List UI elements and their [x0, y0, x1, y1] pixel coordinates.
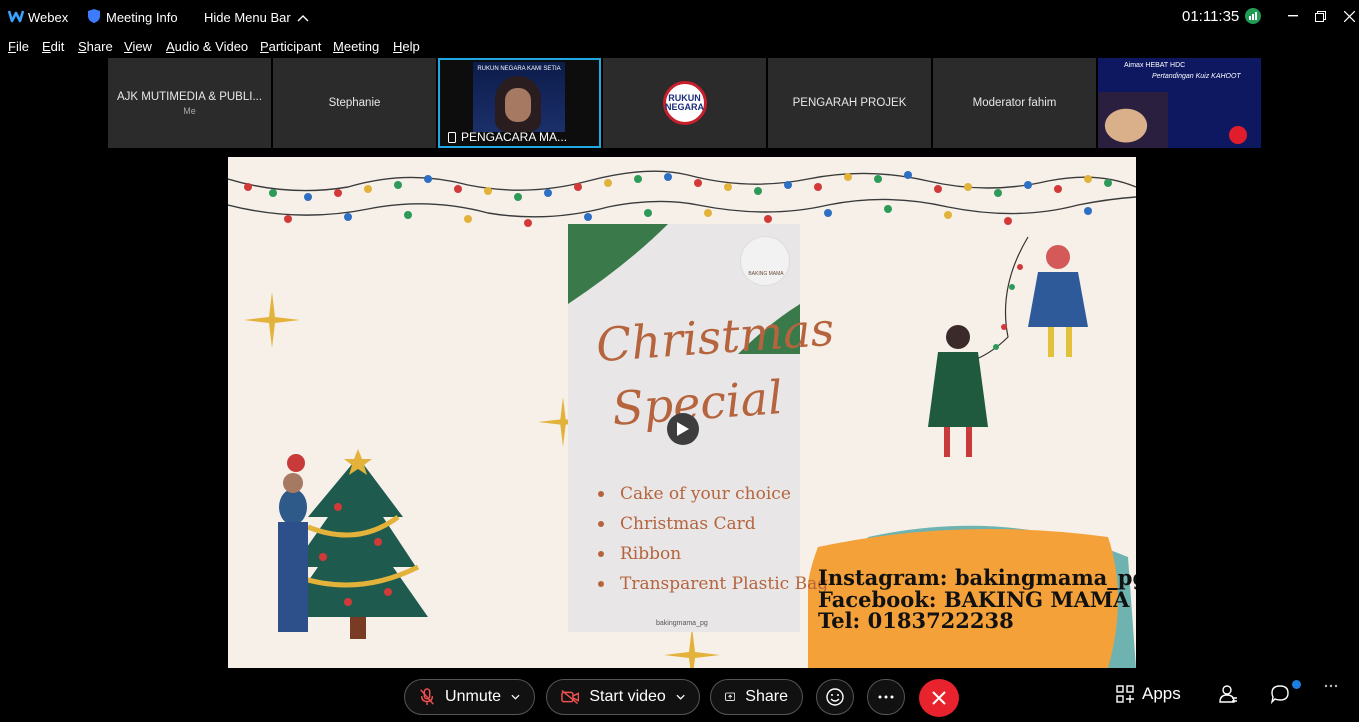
overflow-menu-button[interactable] [1324, 684, 1338, 688]
apps-grid-icon [1116, 685, 1134, 703]
participant-name: Stephanie [328, 97, 381, 109]
meeting-timer: 01:11:35 [1182, 8, 1240, 25]
meeting-controls: Unmute Start video Share Apps [0, 672, 1359, 722]
menu-participant[interactable]: Participant [260, 39, 321, 54]
participant-tile-poster[interactable]: Aimax HEBAT HDC Pertandingan Kuiz KAHOOT [1098, 58, 1261, 148]
list-item: Christmas Card [598, 509, 828, 539]
leave-meeting-button[interactable] [919, 679, 959, 717]
participants-icon [1219, 685, 1237, 703]
contact-facebook: Facebook: BAKING MAMA [818, 586, 1130, 612]
muted-microphone-icon [420, 688, 434, 706]
unmute-label: Unmute [445, 688, 502, 705]
participant-tile-stephanie[interactable]: Stephanie [273, 58, 436, 148]
more-horizontal-icon [1324, 684, 1338, 688]
hide-menu-label: Hide Menu Bar [204, 10, 291, 25]
network-stats-icon[interactable] [1245, 8, 1261, 24]
participant-name: PENGARAH PROJEK [792, 97, 907, 109]
participant-name: PENGACARA MA... [448, 130, 567, 144]
shared-content: BAKING MAMA Christmas Special Cake of yo… [228, 157, 1136, 668]
menu-audio-video[interactable]: Audio & Video [166, 39, 248, 54]
restore-button[interactable] [1309, 6, 1331, 26]
share-button[interactable]: Share [710, 679, 803, 715]
restore-icon [1314, 10, 1326, 22]
list-item: Cake of your choice [598, 479, 828, 509]
apps-button[interactable]: Apps [1116, 684, 1181, 704]
menu-edit[interactable]: Edit [42, 39, 64, 54]
minimize-button[interactable] [1282, 6, 1304, 26]
camera-banner-text: RUKUN NEGARA KAMI SETIA [477, 66, 561, 72]
poster-person-image [1098, 92, 1168, 148]
participant-name: AJK MUTIMEDIA & PUBLI... [116, 90, 263, 103]
shield-icon[interactable] [88, 9, 100, 23]
poster-title: Pertandingan Kuiz KAHOOT [1152, 73, 1241, 80]
share-label: Share [745, 688, 788, 705]
poster-header: Aimax HEBAT HDC [1124, 62, 1186, 69]
participant-tile-active-speaker[interactable]: RUKUN NEGARA KAMI SETIA PENGACARA MA... [438, 58, 601, 148]
play-video-button[interactable] [667, 413, 699, 445]
rukun-negara-logo: RUKUN NEGARA [662, 81, 707, 125]
participant-name-text: PENGACARA MA... [461, 130, 568, 144]
contact-phone: Tel: 0183722238 [818, 608, 1014, 633]
sparkle-icon [664, 627, 720, 668]
close-icon [1343, 10, 1355, 22]
menu-view[interactable]: View [124, 39, 152, 54]
title-bar: Webex Meeting Info Hide Menu Bar 01:11:3… [0, 0, 1359, 34]
unmute-button[interactable]: Unmute [404, 679, 535, 715]
sparkle-icon [244, 292, 300, 348]
contact-info: Instagram: bakingmama_pg Facebook: BAKIN… [818, 567, 1136, 632]
close-icon [932, 691, 946, 705]
girls-hanging-lights-illustration [928, 236, 1088, 457]
hide-menu-bar-button[interactable]: Hide Menu Bar [204, 10, 309, 25]
list-item: Transparent Plastic Bag [598, 569, 828, 599]
participant-tile-moderator[interactable]: Moderator fahim [933, 58, 1096, 148]
participant-tile-self[interactable]: AJK MUTIMEDIA & PUBLI... Me [108, 58, 271, 148]
chat-button[interactable] [1270, 684, 1290, 704]
hibiscus-flower-icon [1229, 126, 1247, 144]
app-name: Webex [28, 10, 69, 25]
baking-mama-logo: BAKING MAMA [740, 236, 790, 286]
contact-instagram: Instagram: bakingmama_pg [818, 565, 1136, 590]
play-icon [677, 422, 689, 436]
list-item: Ribbon [598, 539, 828, 569]
webex-logo-icon [8, 10, 24, 23]
more-options-button[interactable] [867, 679, 905, 715]
mobile-device-icon [448, 131, 456, 143]
chat-bubble-icon [1270, 685, 1289, 704]
participant-video: RUKUN NEGARA KAMI SETIA [473, 62, 565, 132]
close-window-button[interactable] [1338, 6, 1359, 26]
reactions-button[interactable] [816, 679, 854, 715]
menu-share[interactable]: Share [78, 39, 113, 54]
logo-text-line2: NEGARA [665, 102, 705, 112]
start-video-label: Start video [589, 688, 666, 705]
minimize-icon [1288, 15, 1298, 17]
chevron-down-icon[interactable] [676, 694, 685, 700]
emoji-reaction-icon [826, 688, 844, 706]
menu-help[interactable]: Help [393, 39, 420, 54]
share-screen-icon [725, 692, 736, 701]
participant-strip: AJK MUTIMEDIA & PUBLI... Me Stephanie RU… [108, 58, 1261, 148]
video-off-icon [561, 690, 580, 704]
meeting-info-button[interactable]: Meeting Info [106, 10, 178, 25]
menu-file[interactable]: File [8, 39, 29, 54]
start-video-button[interactable]: Start video [546, 679, 700, 715]
promo-bullet-list: Cake of your choice Christmas Card Ribbo… [598, 479, 828, 599]
participant-tile-pengarah[interactable]: PENGARAH PROJEK [768, 58, 931, 148]
christmas-tree-illustration [278, 449, 428, 639]
chevron-up-icon [297, 14, 309, 21]
participant-me-label: Me [183, 105, 196, 116]
chat-notification-badge [1292, 680, 1301, 689]
apps-label: Apps [1142, 684, 1181, 703]
participant-name: Moderator fahim [972, 97, 1057, 109]
card-footer-handle: bakingmama_pg [656, 620, 708, 627]
chevron-down-icon[interactable] [511, 694, 520, 700]
participants-panel-button[interactable] [1218, 684, 1238, 704]
more-horizontal-icon [878, 695, 894, 699]
menu-meeting[interactable]: Meeting [333, 39, 379, 54]
participant-tile-logo[interactable]: RUKUN NEGARA [603, 58, 766, 148]
logo-caption: BAKING MAMA [748, 271, 784, 277]
